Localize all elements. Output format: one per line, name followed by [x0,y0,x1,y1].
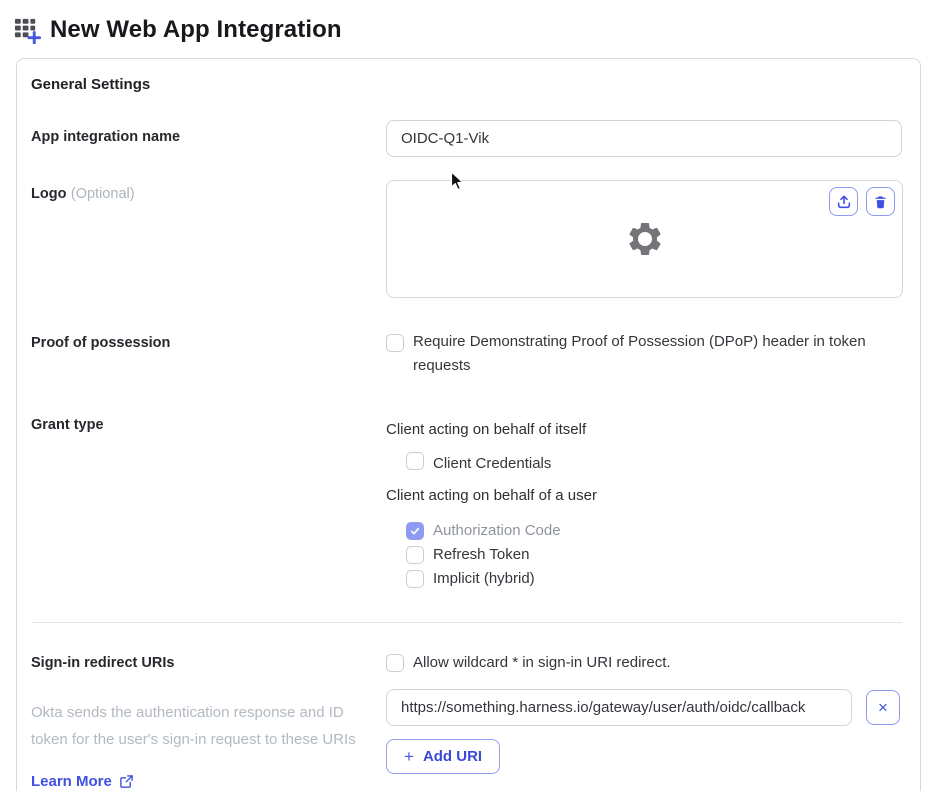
implicit-hybrid-checkbox[interactable] [406,570,424,588]
logo-dropzone[interactable] [386,180,903,298]
authorization-code-checkbox [406,522,424,540]
proof-label: Proof of possession [31,335,171,351]
grant-type-label: Grant type [31,417,104,433]
redirect-uris-help: Okta sends the authentication response a… [31,704,356,748]
client-credentials-checkbox[interactable] [406,452,424,470]
dpop-checkbox-label: Require Demonstrating Proof of Possessio… [413,333,866,374]
app-name-label: App integration name [31,129,181,145]
wildcard-checkbox-label: Allow wildcard * in sign-in URI redirect… [413,654,671,671]
proof-of-possession-row: Proof of possession Require Demonstratin… [31,330,902,378]
grant-type-row: Grant type Client acting on behalf of it… [31,414,902,591]
redirect-uris-row: Sign-in redirect URIs Okta sends the aut… [31,647,902,790]
mouse-cursor [450,171,464,191]
redirect-uris-label: Sign-in redirect URIs [31,655,175,671]
app-name-input[interactable] [386,120,902,157]
general-settings-card: General Settings App integration name Lo… [16,58,921,791]
logo-row: Logo (Optional) [31,180,903,298]
section-heading: General Settings [31,76,151,93]
page-header: New Web App Integration [0,0,937,44]
wildcard-checkbox[interactable] [386,654,404,672]
close-icon: × [878,697,888,717]
implicit-hybrid-label: Implicit (hybrid) [433,570,535,587]
learn-more-label: Learn More [31,773,112,790]
logo-label: Logo [31,186,67,202]
check-icon [410,527,420,535]
grant-group-self-heading: Client acting on behalf of itself [386,421,587,438]
delete-logo-button[interactable] [866,187,895,216]
remove-uri-button[interactable]: × [866,690,900,725]
authorization-code-label: Authorization Code [433,522,561,539]
app-name-row: App integration name [31,120,902,157]
gear-icon [628,223,661,255]
dpop-checkbox[interactable] [386,334,404,352]
refresh-token-checkbox[interactable] [406,546,424,564]
section-divider [31,622,902,623]
app-grid-plus-icon [14,18,41,44]
trash-icon [875,195,886,208]
upload-icon [837,195,850,208]
add-uri-button[interactable]: + Add URI [386,739,501,774]
refresh-token-label: Refresh Token [433,546,530,563]
plus-icon: + [404,746,414,766]
client-credentials-label: Client Credentials [433,455,552,472]
redirect-uri-input[interactable] [386,689,852,726]
logo-optional-tag: (Optional) [70,186,135,202]
learn-more-link[interactable]: Learn More [31,773,134,790]
upload-logo-button[interactable] [829,187,858,216]
add-uri-label: Add URI [422,748,483,765]
grant-group-user-heading: Client acting on behalf of a user [386,487,597,504]
external-link-icon [120,775,133,788]
page-title: New Web App Integration [50,15,342,43]
